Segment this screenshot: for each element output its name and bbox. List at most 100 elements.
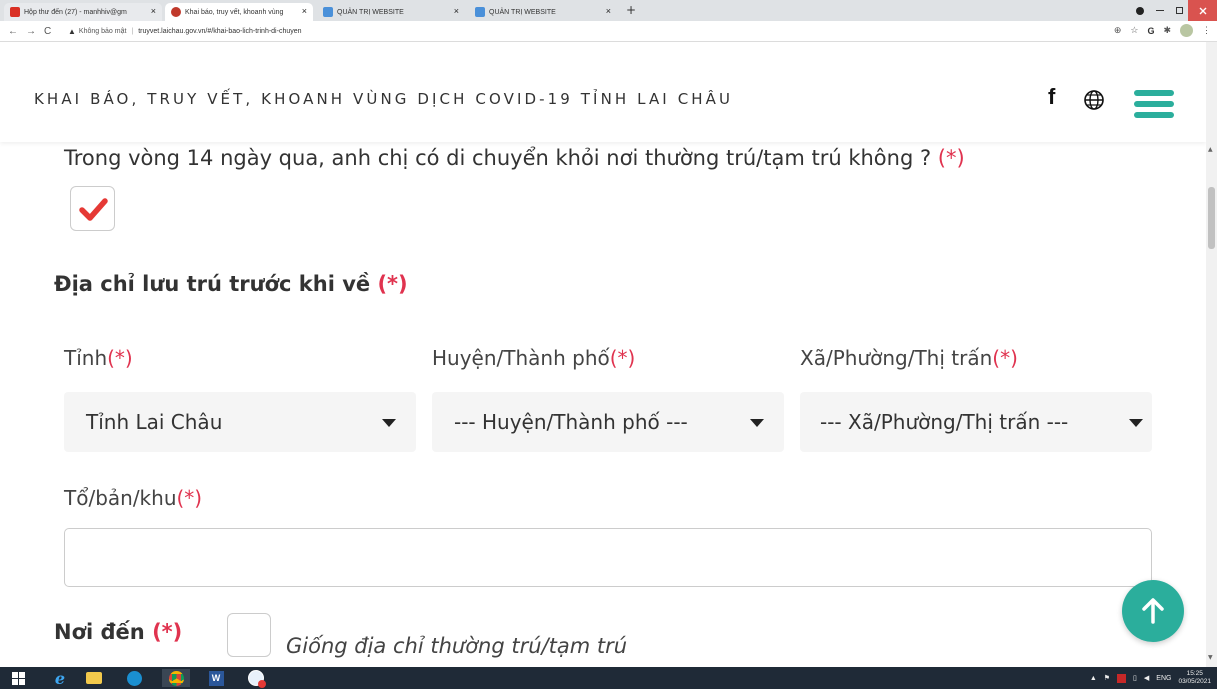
destination-label-text: Nơi đến xyxy=(54,620,145,644)
bookmark-star-icon[interactable]: ☆ xyxy=(1130,25,1138,36)
page-icon xyxy=(475,7,485,17)
back-arrow-icon[interactable]: ← xyxy=(8,26,18,37)
internet-explorer-icon[interactable]: e xyxy=(46,669,74,688)
site-header: KHAI BÁO, TRUY VẾT, KHOANH VÙNG DỊCH COV… xyxy=(0,42,1206,142)
windows-start-icon[interactable] xyxy=(4,669,32,687)
word-icon[interactable]: W xyxy=(202,669,230,687)
site-favicon-icon xyxy=(171,7,181,17)
edge-icon[interactable] xyxy=(120,669,148,687)
flag-icon[interactable]: ⚑ xyxy=(1104,674,1110,682)
system-clock[interactable]: 15:25 03/05/2021 xyxy=(1178,670,1211,686)
required-mark: (*) xyxy=(152,620,183,644)
new-tab-button[interactable]: + xyxy=(626,3,636,17)
windows-taskbar: e W ▲ ⚑ ▯ ◀ ENG 15:25 03/05/2021 xyxy=(0,667,1217,689)
minimize-icon[interactable] xyxy=(1150,0,1170,21)
system-tray: ▲ ⚑ ▯ ◀ ENG 15:25 03/05/2021 xyxy=(1090,670,1211,686)
ward-label-text: Xã/Phường/Thị trấn xyxy=(800,346,993,370)
network-icon[interactable]: ▯ xyxy=(1133,674,1137,682)
browser-menu-icon[interactable]: ⋮ xyxy=(1202,25,1211,36)
province-label-text: Tỉnh xyxy=(64,346,108,370)
ward-select-value: --- Xã/Phường/Thị trấn --- xyxy=(820,410,1069,434)
tab-title: QUẢN TRỊ WEBSITE xyxy=(337,8,404,16)
close-tab-icon[interactable]: × xyxy=(302,6,307,16)
checkmark-icon xyxy=(79,198,108,221)
hamlet-label-text: Tổ/bản/khu xyxy=(64,486,177,510)
url-field[interactable]: ▲ Không bảo mật | truyvet.laichau.gov.vn… xyxy=(68,23,302,40)
volume-icon[interactable]: ◀ xyxy=(1144,674,1149,682)
moved-checkbox[interactable] xyxy=(70,186,115,231)
tab-title: Hộp thư đến (27) - manhhiv@gm xyxy=(24,8,127,16)
file-explorer-icon[interactable] xyxy=(80,669,108,687)
page-scrollbar[interactable]: ▲ ▼ xyxy=(1206,42,1217,667)
globe-icon[interactable] xyxy=(1083,89,1105,111)
chevron-down-icon xyxy=(382,419,396,427)
tab-quan-tri-2[interactable]: QUẢN TRỊ WEBSITE × xyxy=(469,3,617,21)
hamburger-menu-icon[interactable] xyxy=(1134,90,1174,118)
address-bar: ← → C ▲ Không bảo mật | truyvet.laichau.… xyxy=(0,21,1217,42)
movement-question: Trong vòng 14 ngày qua, anh chị có di ch… xyxy=(64,146,965,170)
antivirus-icon[interactable] xyxy=(1117,673,1127,683)
browser-tab-strip: Hộp thư đến (27) - manhhiv@gm × Khai báo… xyxy=(0,0,1217,21)
required-mark: (*) xyxy=(107,346,133,370)
district-label: Huyện/Thành phố(*) xyxy=(432,346,635,370)
province-select[interactable]: Tỉnh Lai Châu xyxy=(64,392,416,452)
chevron-down-icon xyxy=(750,419,764,427)
question-text: Trong vòng 14 ngày qua, anh chị có di ch… xyxy=(64,146,932,170)
hamlet-label: Tổ/bản/khu(*) xyxy=(64,486,202,510)
clock-time: 15:25 xyxy=(1186,670,1203,677)
reload-icon[interactable]: C xyxy=(44,26,51,37)
chrome-icon[interactable] xyxy=(162,669,190,687)
close-tab-icon[interactable]: × xyxy=(454,6,459,16)
tab-gmail[interactable]: Hộp thư đến (27) - manhhiv@gm × xyxy=(4,3,162,21)
hamlet-input[interactable] xyxy=(64,528,1152,587)
ward-select[interactable]: --- Xã/Phường/Thị trấn --- xyxy=(800,392,1152,452)
zalo-icon[interactable] xyxy=(242,669,270,688)
maximize-icon[interactable] xyxy=(1170,0,1188,21)
scroll-thumb[interactable] xyxy=(1208,187,1215,249)
same-address-checkbox[interactable] xyxy=(227,613,271,657)
district-select[interactable]: --- Huyện/Thành phố --- xyxy=(432,392,784,452)
required-mark: (*) xyxy=(377,272,408,296)
close-tab-icon[interactable]: × xyxy=(606,6,611,16)
security-label: Không bảo mật xyxy=(78,28,127,35)
profile-avatar[interactable] xyxy=(1180,24,1193,37)
arrow-up-icon xyxy=(1142,598,1164,624)
url-separator: | xyxy=(131,28,134,35)
gmail-icon xyxy=(10,7,20,17)
browser-toolbar-icons: ⊕ ☆ G ✱ ⋮ xyxy=(1114,24,1211,37)
facebook-icon[interactable]: f xyxy=(1048,84,1055,110)
district-label-text: Huyện/Thành phố xyxy=(432,346,610,370)
site-title: KHAI BÁO, TRUY VẾT, KHOANH VÙNG DỊCH COV… xyxy=(34,90,734,108)
warning-icon: ▲ xyxy=(68,27,76,36)
page-icon xyxy=(323,7,333,17)
required-mark: (*) xyxy=(992,346,1018,370)
destination-label: Nơi đến (*) xyxy=(54,620,182,644)
zoom-icon[interactable]: ⊕ xyxy=(1114,25,1122,36)
scroll-up-arrow-icon[interactable]: ▲ xyxy=(1208,146,1213,153)
tray-expand-icon[interactable]: ▲ xyxy=(1090,675,1097,682)
previous-address-heading: Địa chỉ lưu trú trước khi về (*) xyxy=(54,272,408,296)
chevron-down-icon xyxy=(1129,419,1143,427)
extensions-puzzle-icon[interactable]: ✱ xyxy=(1163,25,1171,36)
url-text: truyvet.laichau.gov.vn/#/khai-bao-lich-t… xyxy=(138,28,302,35)
ward-label: Xã/Phường/Thị trấn(*) xyxy=(800,346,1018,370)
required-mark: (*) xyxy=(176,486,203,510)
district-select-value: --- Huyện/Thành phố --- xyxy=(454,410,688,434)
close-window-icon[interactable] xyxy=(1188,0,1217,21)
section-title-text: Địa chỉ lưu trú trước khi về xyxy=(54,272,371,296)
province-label: Tỉnh(*) xyxy=(64,346,133,370)
back-to-top-button[interactable] xyxy=(1122,580,1184,642)
clock-date: 03/05/2021 xyxy=(1178,678,1211,685)
profile-dot-icon[interactable] xyxy=(1130,0,1150,21)
tab-quan-tri-1[interactable]: QUẢN TRỊ WEBSITE × xyxy=(317,3,465,21)
forward-arrow-icon[interactable]: → xyxy=(26,26,36,37)
close-tab-icon[interactable]: × xyxy=(151,6,156,16)
tab-title: QUẢN TRỊ WEBSITE xyxy=(489,8,556,16)
tab-khai-bao[interactable]: Khai báo, truy vết, khoanh vùng × xyxy=(165,3,313,21)
language-indicator[interactable]: ENG xyxy=(1156,675,1171,682)
province-select-value: Tỉnh Lai Châu xyxy=(86,410,223,434)
required-mark: (*) xyxy=(609,346,636,370)
extension-g-icon[interactable]: G xyxy=(1147,26,1154,36)
scroll-down-arrow-icon[interactable]: ▼ xyxy=(1208,654,1213,661)
same-address-label: Giống địa chỉ thường trú/tạm trú xyxy=(286,634,628,658)
